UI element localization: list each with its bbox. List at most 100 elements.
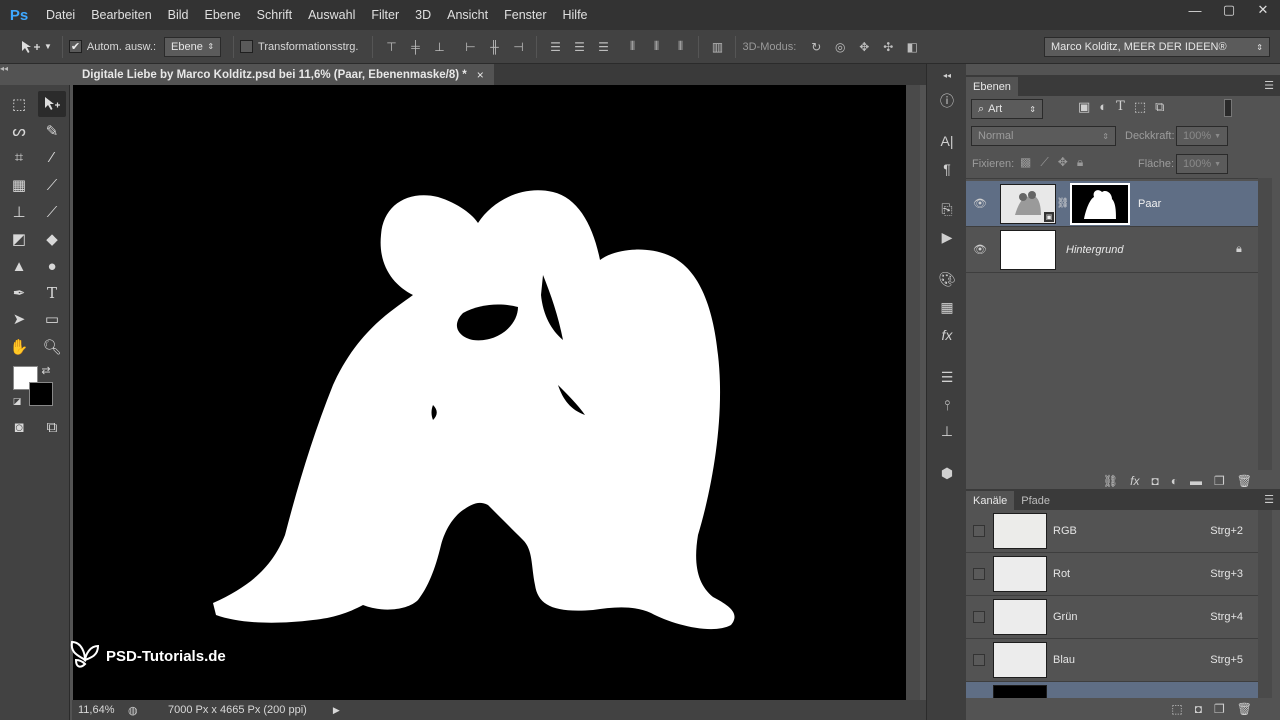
character-panel-icon[interactable]: A| [935,130,959,152]
channel-visibility-checkbox[interactable] [973,568,985,580]
visibility-eye-icon[interactable]: 👁︎ [966,243,994,256]
tab-ebenen[interactable]: Ebenen [966,77,1018,96]
pen-tool-icon[interactable]: ✒ [5,280,33,306]
filter-pixel-icon[interactable]: ▣ [1078,99,1090,115]
visibility-eye-icon[interactable]: 👁︎ [966,197,994,210]
history-panel-icon[interactable]: ⎘ [935,198,959,220]
link-layers-icon[interactable]: ⛓ [1103,474,1118,488]
menu-hilfe[interactable]: Hilfe [555,0,596,30]
zoom-tool-icon[interactable]: 🔍︎ [38,334,66,360]
auto-select-target-dropdown[interactable]: Ebene ⇕ [164,36,222,57]
panel-menu-icon[interactable]: ☰ [1264,79,1274,92]
eraser-tool-icon[interactable]: ◩ [5,226,33,252]
grid-panel-icon[interactable]: ▦ [935,296,959,318]
healing-brush-tool-icon[interactable]: ▦ [5,172,33,198]
align-hcenter-icon[interactable]: ╫ [485,38,503,56]
3d-panel-icon[interactable]: ⬢ [935,462,959,484]
clone-source-panel-icon[interactable]: ⊥ [935,420,959,442]
workspace-dropdown[interactable]: Marco Kolditz, MEER DER IDEEN® ⇕ [1044,37,1270,57]
layer-thumbnail[interactable]: ▣ [1000,183,1056,224]
menu-3d[interactable]: 3D [407,0,439,30]
blur-tool-icon[interactable]: ▲ [5,253,33,279]
rectangle-shape-tool-icon[interactable]: ▭ [38,306,66,332]
distribute-left-icon[interactable]: ⫴ [623,38,641,56]
expand-panels-icon[interactable]: ◂◂ [935,64,959,86]
channel-row-rgb[interactable]: RGB Strg+2 [966,510,1258,553]
layer-row-hintergrund[interactable]: 👁︎ Hintergrund 🔒︎ [966,227,1258,273]
menu-datei[interactable]: Datei [38,0,83,30]
channel-visibility-checkbox[interactable] [973,654,985,666]
add-mask-icon[interactable]: ◘ [1152,474,1159,488]
align-left-icon[interactable]: ⊢ [461,38,479,56]
type-tool-icon[interactable]: T [38,280,66,306]
3d-slide-icon[interactable]: ✣ [879,38,897,56]
lock-all-icon[interactable]: 🔒︎ [1077,155,1083,170]
distribute-hcenter-icon[interactable]: ⫴ [647,38,665,56]
tab-pfade[interactable]: Pfade [1014,491,1057,510]
channel-row-rot[interactable]: Rot Strg+3 [966,553,1258,596]
paint-bucket-tool-icon[interactable]: ◆ [38,226,66,252]
channels-scrollbar[interactable] [1258,510,1272,698]
collapse-toolbar-icon[interactable]: ◂◂ [0,64,10,76]
lock-pixels-icon[interactable]: ⟋ [1040,155,1048,170]
canvas-vertical-scrollbar[interactable] [906,85,920,700]
screen-mode-icon[interactable]: ⧉ [38,414,66,440]
panel-menu-icon[interactable]: ☰ [1264,493,1274,506]
auto-select-checkbox[interactable]: ✔ [68,40,82,53]
quick-mask-icon[interactable]: ◙ [5,414,33,440]
blend-mode-dropdown[interactable]: Normal ⇕ [971,126,1116,146]
transform-controls-checkbox[interactable] [240,40,254,53]
new-layer-icon[interactable]: ❐ [1214,474,1225,488]
auto-align-icon[interactable]: ▥ [708,38,726,56]
3d-roll-icon[interactable]: ◎ [831,38,849,56]
menu-ansicht[interactable]: Ansicht [439,0,496,30]
3d-pan-icon[interactable]: ✥ [855,38,873,56]
rectangular-marquee-tool-icon[interactable]: ⬚ [5,91,33,117]
channel-row-blau[interactable]: Blau Strg+5 [966,639,1258,682]
channel-row-gruen[interactable]: Grün Strg+4 [966,596,1258,639]
menu-auswahl[interactable]: Auswahl [300,0,363,30]
save-selection-icon[interactable]: ◘ [1195,702,1202,716]
filter-smart-object-icon[interactable]: ⧉ [1155,99,1164,115]
paragraph-panel-icon[interactable]: ¶ [935,158,959,180]
swatches-panel-icon[interactable]: 🎨︎ [935,268,959,290]
align-bottom-icon[interactable]: ⊥ [430,38,448,56]
hand-tool-icon[interactable]: ✋ [5,334,33,360]
default-colors-icon[interactable]: ◪ [10,394,24,408]
background-color-swatch[interactable] [29,382,53,406]
lasso-tool-icon[interactable]: ᔕ [5,118,33,144]
history-brush-tool-icon[interactable]: ⟋ [38,199,66,225]
minimize-button[interactable]: — [1178,0,1212,20]
menu-bild[interactable]: Bild [160,0,197,30]
status-menu-arrow-icon[interactable]: ▶ [333,705,340,716]
dodge-tool-icon[interactable]: ● [38,253,66,279]
distribute-vcenter-icon[interactable]: ☰ [570,38,588,56]
eyedropper-tool-icon[interactable]: ⁄ [38,144,66,170]
swap-colors-icon[interactable]: ⇄ [38,362,54,378]
status-info-icon[interactable]: ◍ [128,704,148,717]
zoom-level[interactable]: 11,64% [78,704,128,716]
actions-panel-icon[interactable]: ▶ [935,226,959,248]
adjustment-layer-icon[interactable]: ◐ [1171,474,1178,488]
distribute-top-icon[interactable]: ☰ [546,38,564,56]
styles-panel-icon[interactable]: fx [935,324,959,346]
layer-thumbnail[interactable] [1000,229,1056,270]
layer-filter-dropdown[interactable]: ⌕ Art ⇕ [971,99,1043,119]
channel-row-mask[interactable] [966,682,1258,698]
filter-toggle-switch[interactable] [1224,99,1232,117]
mask-link-icon[interactable]: ⛓ [1056,198,1070,209]
lock-position-icon[interactable]: ✥ [1058,155,1068,170]
align-vcenter-icon[interactable]: ╪ [406,38,424,56]
move-tool-preset-picker[interactable]: ▼ [20,39,52,55]
menu-bearbeiten[interactable]: Bearbeiten [83,0,159,30]
filter-shape-icon[interactable]: ⬚ [1134,99,1146,115]
document-tab[interactable]: Digitale Liebe by Marco Kolditz.psd bei … [72,64,494,85]
align-right-icon[interactable]: ⊣ [509,38,527,56]
layers-scrollbar[interactable] [1258,178,1272,470]
fill-field[interactable]: 100% ▼ [1176,154,1228,174]
filter-type-icon[interactable]: T [1116,99,1125,115]
path-selection-tool-icon[interactable]: ➤ [5,306,33,332]
delete-channel-icon[interactable]: 🗑︎ [1237,702,1252,716]
quick-selection-tool-icon[interactable]: ✎ [38,118,66,144]
menu-ebene[interactable]: Ebene [197,0,249,30]
